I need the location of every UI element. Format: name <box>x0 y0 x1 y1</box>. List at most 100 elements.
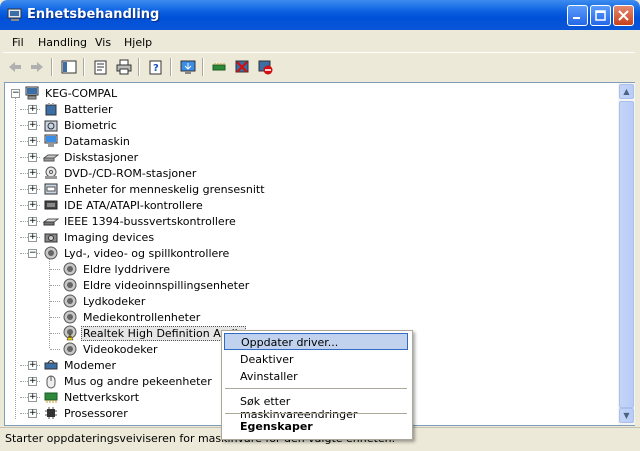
scrollbar-thumb[interactable] <box>619 101 634 408</box>
expand-batterier-toggle[interactable]: + <box>28 105 37 114</box>
close-button[interactable] <box>613 5 634 26</box>
expand-ide-toggle[interactable]: + <box>28 201 37 210</box>
expand-ieee-toggle[interactable]: + <box>28 217 37 226</box>
properties-toolbar-button[interactable] <box>91 57 111 77</box>
tree-item-ide[interactable]: IDE ATA/ATAPI-kontrollere <box>43 197 205 213</box>
expand-hid-toggle[interactable]: + <box>28 185 37 194</box>
maximize-button[interactable] <box>590 5 611 26</box>
tree-root-label: KEG-COMPAL <box>45 86 118 100</box>
tree-item-label: Eldre videoinnspillingsenheter <box>83 278 250 292</box>
tree-item-nettverkskort[interactable]: Nettverkskort <box>43 389 141 405</box>
disk-drive-icon <box>43 154 59 162</box>
modem-icon <box>44 360 58 370</box>
computer-icon <box>25 86 39 100</box>
processor-icon <box>45 407 57 419</box>
expand-datamaskin-toggle[interactable]: + <box>28 137 37 146</box>
tree-item-imaging[interactable]: Imaging devices <box>43 229 156 245</box>
computer-icon <box>44 134 58 147</box>
tree-item-label: Lydkodeker <box>83 294 146 308</box>
toolbar: ? <box>3 54 635 80</box>
tree-item-label: Videokodeker <box>83 342 158 356</box>
tree-root[interactable]: KEG-COMPAL <box>24 85 119 101</box>
tree-item-modemer[interactable]: Modemer <box>43 357 118 373</box>
tree-item-hid[interactable]: Enheter for menneskelig grensesnitt <box>43 181 267 197</box>
expand-nettverk-toggle[interactable]: + <box>28 393 37 402</box>
tree-item-lydkodeker[interactable]: Lydkodeker <box>62 293 147 309</box>
tree-item-batterier[interactable]: Batterier <box>43 101 115 117</box>
speaker-icon <box>63 262 77 276</box>
menu-fil[interactable]: Fil <box>12 36 24 49</box>
tree-item-eldre-video[interactable]: Eldre videoinnspillingsenheter <box>62 277 251 293</box>
scroll-up-button[interactable]: ▲ <box>619 84 634 99</box>
tree-item-label: Biometric <box>64 118 117 132</box>
speaker-icon <box>63 294 77 308</box>
tree-item-label: Prosessorer <box>64 406 128 420</box>
tree-item-biometric[interactable]: Biometric <box>43 117 119 133</box>
mouse-icon <box>46 375 56 389</box>
forward-button[interactable] <box>27 57 47 77</box>
expand-prosessorer-toggle[interactable]: + <box>28 409 37 418</box>
expand-mus-toggle[interactable]: + <box>28 377 37 386</box>
expand-dvd-toggle[interactable]: + <box>28 169 37 178</box>
tree-item-mus[interactable]: Mus og andre pekeenheter <box>43 373 214 389</box>
menu-vis[interactable]: Vis <box>95 36 111 49</box>
context-scan-hardware[interactable]: Søk etter maskinvareendringer <box>224 393 408 421</box>
context-update-driver[interactable]: Oppdater driver... <box>224 333 408 350</box>
tree-item-ieee1394[interactable]: IEEE 1394-bussvertskontrollere <box>43 213 238 229</box>
tree-item-diskstasjoner[interactable]: Diskstasjoner <box>43 149 140 165</box>
menu-handling[interactable]: Handling <box>38 36 87 49</box>
tree-item-label: Mus og andre pekeenheter <box>64 374 212 388</box>
close-icon <box>618 10 629 21</box>
menu-hjelp[interactable]: Hjelp <box>124 36 152 49</box>
context-item-label: Oppdater driver... <box>241 336 339 349</box>
tree-item-label: Eldre lyddrivere <box>83 262 170 276</box>
collapse-root-toggle[interactable]: − <box>11 89 20 98</box>
expand-biometric-toggle[interactable]: + <box>28 121 37 130</box>
printer-icon <box>116 59 132 75</box>
disable-toolbar-button[interactable] <box>255 57 275 77</box>
context-disable[interactable]: Deaktiver <box>224 351 408 368</box>
context-item-label: Deaktiver <box>240 353 294 366</box>
tree-item-datamaskin[interactable]: Datamaskin <box>43 133 132 149</box>
show-hide-console-tree-button[interactable] <box>59 57 79 77</box>
device-manager-icon <box>7 8 22 21</box>
tree-item-eldre-lyddrivere[interactable]: Eldre lyddrivere <box>62 261 172 277</box>
expand-diskstasjoner-toggle[interactable]: + <box>28 153 37 162</box>
tree-item-label: Batterier <box>64 102 113 116</box>
tree-item-videokodeker[interactable]: Videokodeker <box>62 341 160 357</box>
tree-item-mediekontroll[interactable]: Mediekontrollenheter <box>62 309 202 325</box>
ide-controller-icon <box>44 200 58 210</box>
device-manager-window: Enhetsbehandling Fil Handling Vis Hjelp <box>0 0 640 451</box>
collapse-audio-toggle[interactable]: − <box>28 249 37 258</box>
tree-item-audio-video[interactable]: Lyd-, video- og spillkontrollere <box>43 245 231 261</box>
scan-hardware-button[interactable] <box>209 57 229 77</box>
warning-speaker-icon <box>63 325 77 341</box>
tree-item-label: Datamaskin <box>64 134 130 148</box>
scroll-down-button[interactable]: ▼ <box>619 408 634 423</box>
expand-imaging-toggle[interactable]: + <box>28 233 37 242</box>
print-button[interactable] <box>114 57 134 77</box>
cd-drive-icon <box>45 166 57 179</box>
context-properties[interactable]: Egenskaper <box>224 418 408 435</box>
tree-item-prosessorer[interactable]: Prosessorer <box>43 405 130 421</box>
context-uninstall[interactable]: Avinstaller <box>224 368 408 385</box>
title-bar[interactable]: Enhetsbehandling <box>0 0 640 30</box>
back-button[interactable] <box>5 57 25 77</box>
vertical-scrollbar[interactable]: ▲ ▼ <box>618 82 635 426</box>
update-driver-toolbar-button[interactable] <box>178 57 198 77</box>
speaker-icon <box>63 310 77 324</box>
network-card-icon <box>44 392 58 403</box>
maximize-icon <box>595 10 606 21</box>
disable-icon <box>258 60 273 75</box>
tree-item-label: IEEE 1394-bussvertskontrollere <box>64 214 236 228</box>
scan-hardware-icon <box>212 63 226 71</box>
tree-item-realtek[interactable]: Realtek High Definition Audio <box>62 325 247 341</box>
tree-item-dvd-cd-rom[interactable]: DVD-/CD-ROM-stasjoner <box>43 165 198 181</box>
uninstall-toolbar-button[interactable] <box>232 57 252 77</box>
help-icon: ? <box>149 60 162 75</box>
help-button[interactable]: ? <box>146 57 166 77</box>
minimize-button[interactable] <box>567 5 588 26</box>
context-item-label: Avinstaller <box>240 370 298 383</box>
tree-item-label: Modemer <box>64 358 116 372</box>
expand-modemer-toggle[interactable]: + <box>28 361 37 370</box>
